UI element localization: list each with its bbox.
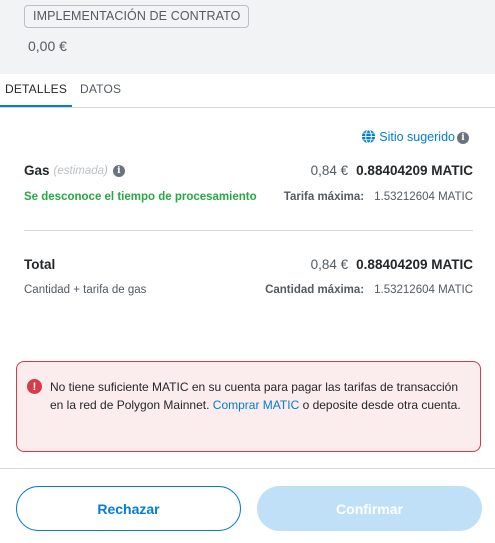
max-fee-label: Tarifa máxima: <box>283 191 365 203</box>
gas-row: Gas (estimada) i 0,84 € 0.88404209 MATIC <box>24 163 473 183</box>
processing-time-status: Se desconoce el tiempo de procesamiento <box>24 191 257 203</box>
tab-bar: DETALLES DATOS <box>0 74 495 108</box>
max-fee-value: 1.53212604 MATIC <box>374 191 473 203</box>
total-sub-label: Cantidad + tarifa de gas <box>24 284 147 296</box>
confirm-button[interactable]: Confirmar <box>257 486 482 531</box>
suggested-site-link[interactable]: Sitio sugerido > <box>361 129 469 144</box>
gas-info-icon[interactable]: i <box>112 164 125 177</box>
total-row: Total 0,84 € 0.88404209 MATIC <box>24 257 473 277</box>
total-label: Total <box>24 257 56 272</box>
transaction-amount: 0,00 € <box>28 38 67 54</box>
divider <box>24 230 473 231</box>
error-icon: ! <box>27 379 42 394</box>
total-fiat-value: 0,84 € <box>310 257 349 272</box>
gas-detail-row: Se desconoce el tiempo de procesamiento … <box>24 191 473 211</box>
info-icon[interactable]: i <box>457 132 469 144</box>
alert-message: No tiene suficiente MATIC en su cuenta p… <box>50 378 470 414</box>
insufficient-funds-alert: ! No tiene suficiente MATIC en su cuenta… <box>16 361 481 452</box>
max-amount-value: 1.53212604 MATIC <box>374 284 473 296</box>
reject-button[interactable]: Rechazar <box>16 486 241 531</box>
gas-fiat-value: 0,84 € <box>310 163 349 178</box>
total-crypto-value: 0.88404209 MATIC <box>356 257 473 272</box>
tab-details[interactable]: DETALLES <box>0 74 72 107</box>
max-amount-label: Cantidad máxima: <box>265 284 365 296</box>
total-detail-row: Cantidad + tarifa de gas Cantidad máxima… <box>24 284 473 304</box>
contract-type-badge: IMPLEMENTACIÓN DE CONTRATO <box>24 5 250 28</box>
gas-estimated-label: (estimada) <box>53 164 108 177</box>
tab-data[interactable]: DATOS <box>80 74 121 107</box>
gas-label: Gas <box>24 163 50 178</box>
gas-crypto-value: 0.88404209 MATIC <box>356 163 473 178</box>
buy-matic-link[interactable]: Comprar MATIC <box>213 398 299 412</box>
footer-divider <box>0 468 495 469</box>
globe-icon <box>362 129 376 144</box>
suggested-site-label: Sitio sugerido <box>379 129 455 144</box>
alert-text-after: o deposite desde otra cuenta. <box>299 398 461 412</box>
transaction-header: IMPLEMENTACIÓN DE CONTRATO 0,00 € <box>0 0 495 74</box>
